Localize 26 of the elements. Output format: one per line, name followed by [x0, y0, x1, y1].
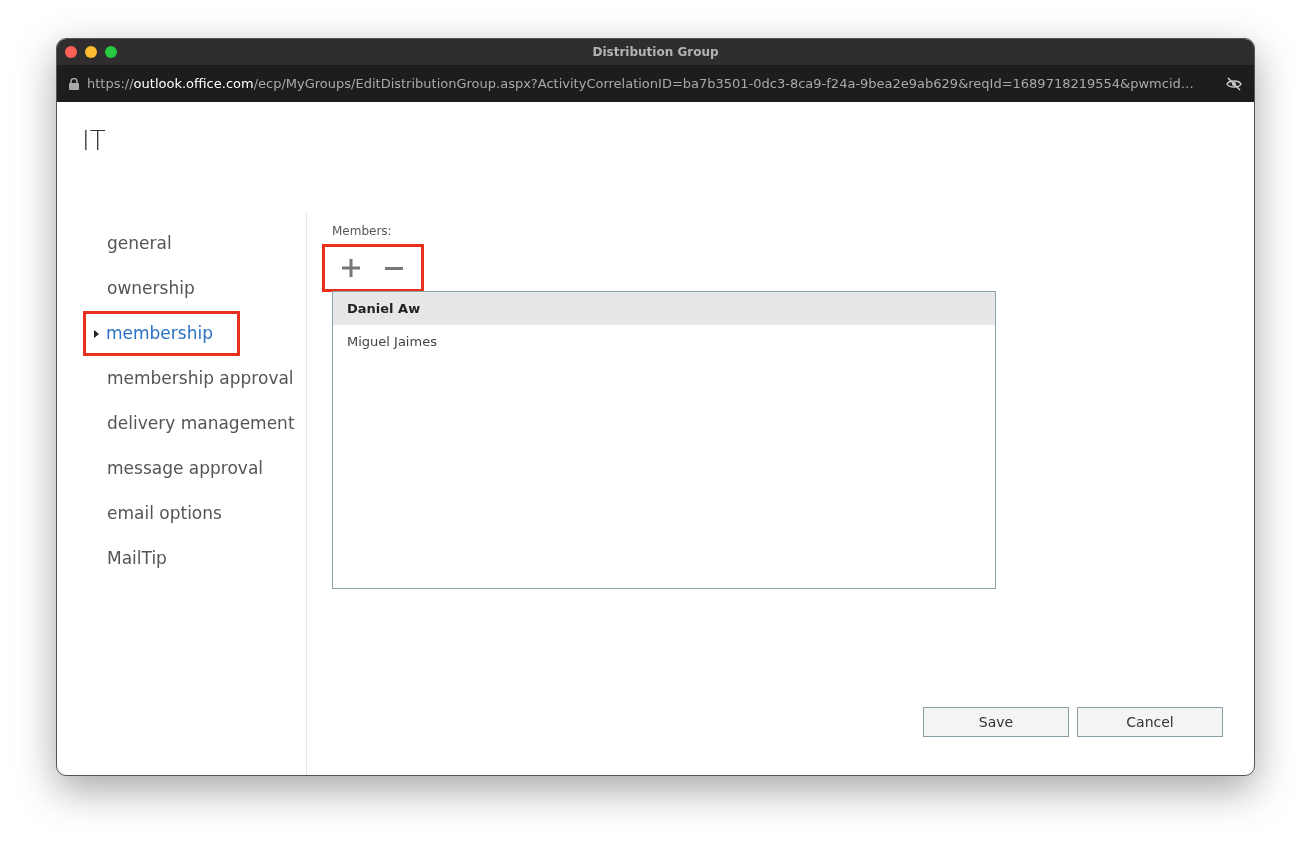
remove-button[interactable] — [385, 266, 403, 270]
sidebar-item[interactable]: membership — [94, 320, 213, 347]
sidebar-item[interactable]: general — [57, 221, 306, 266]
url-text: https://outlook.office.com/ecp/MyGroups/EditDistributionGroup.aspx?ActivityCorrelationID=ba7b3501-0dc3-8ca9-f24a-9bea2e9ab629&reqId=1689718219554&pwmcid… — [87, 74, 1195, 93]
lock-icon — [69, 77, 79, 90]
sidebar-item[interactable]: ownership — [57, 266, 306, 311]
dialog-button[interactable]: Cancel — [1077, 707, 1223, 737]
minimize-button[interactable] — [85, 46, 97, 58]
minus-icon — [385, 266, 403, 270]
members-label: Members: — [332, 223, 393, 240]
sidebar-item[interactable]: membership approval — [57, 356, 306, 401]
close-button[interactable] — [65, 46, 77, 58]
caret-icon — [94, 329, 99, 338]
eye-slash-icon[interactable] — [1226, 76, 1242, 91]
add-button[interactable] — [341, 258, 361, 278]
dialog-button[interactable]: Save — [923, 707, 1069, 737]
zoom-button[interactable] — [105, 46, 117, 58]
member-row[interactable]: Miguel Jaimes — [333, 325, 995, 358]
member-row[interactable]: Daniel Aw — [333, 292, 995, 325]
sidebar-item[interactable]: message approval — [57, 446, 306, 491]
page-title: IT — [82, 125, 107, 158]
window-title: Distribution Group — [592, 44, 719, 61]
sidebar-item[interactable]: email options — [57, 491, 306, 536]
sidebar-item[interactable]: MailTip — [57, 536, 306, 581]
plus-icon — [341, 258, 361, 278]
sidebar-item[interactable]: delivery management — [57, 401, 306, 446]
